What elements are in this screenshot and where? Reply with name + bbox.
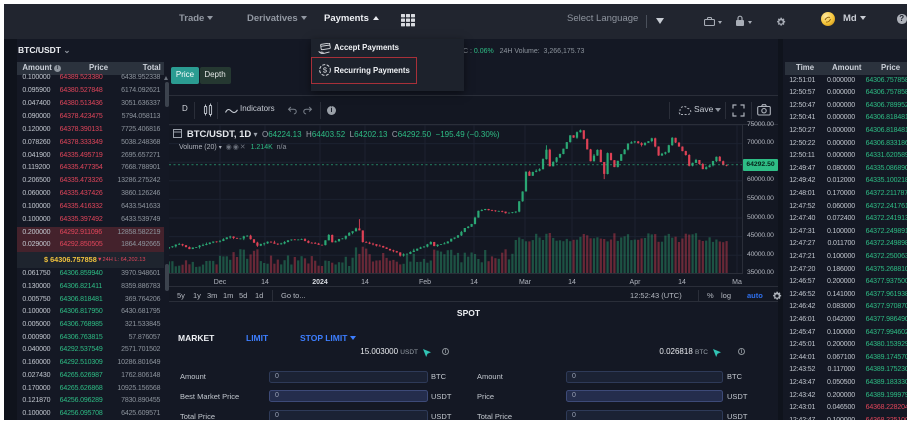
svg-text:$: $: [323, 66, 328, 75]
